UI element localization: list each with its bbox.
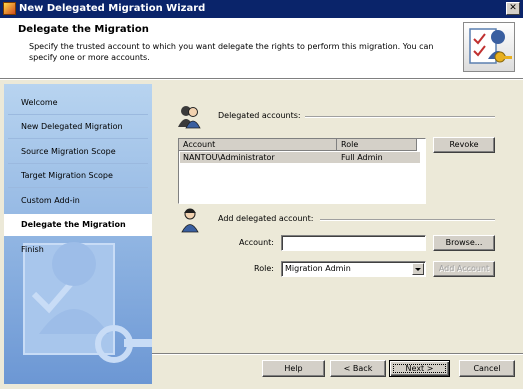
- browse-button[interactable]: Browse...: [433, 235, 495, 251]
- close-button[interactable]: ✕: [506, 2, 520, 15]
- sidebar-item-finish: Finish: [21, 245, 44, 254]
- role-label: Role:: [254, 264, 274, 273]
- table-cell-account: NANTOU\Administrator: [183, 153, 275, 162]
- app-icon: [3, 2, 16, 15]
- window-title: New Delegated Migration Wizard: [19, 3, 206, 14]
- sidebar-divider: [8, 187, 148, 188]
- sidebar-item-delegate-the-migration: Delegate the Migration: [4, 214, 152, 236]
- page-description: Specify the trusted account to which you…: [29, 42, 434, 62]
- footer-divider-highlight: [152, 354, 523, 355]
- sidebar-item-custom-add-in: Custom Add-in: [21, 196, 80, 205]
- sidebar-divider: [8, 114, 148, 115]
- revoke-button[interactable]: Revoke: [433, 137, 495, 153]
- delegated-accounts-label: Delegated accounts:: [218, 111, 301, 120]
- sidebar-item-source-migration-scope: Source Migration Scope: [21, 147, 116, 156]
- sidebar-item-new-delegated-migration: New Delegated Migration: [21, 122, 123, 131]
- add-delegated-account-label: Add delegated account:: [218, 214, 314, 223]
- help-button[interactable]: Help: [262, 360, 325, 377]
- back-button[interactable]: < Back: [330, 360, 386, 377]
- page-title: Delegate the Migration: [18, 24, 149, 35]
- delegation-header-icon: [463, 22, 515, 72]
- sidebar-divider: [8, 163, 148, 164]
- account-input[interactable]: [281, 235, 426, 251]
- users-icon: [178, 106, 201, 129]
- header-divider-highlight: [0, 79, 523, 80]
- sidebar-item-target-migration-scope: Target Migration Scope: [21, 171, 113, 180]
- role-select[interactable]: Migration Admin: [281, 261, 426, 277]
- cancel-button[interactable]: Cancel: [459, 360, 515, 377]
- role-select-value: Migration Admin: [285, 264, 351, 273]
- title-bar: New Delegated Migration Wizard ✕: [0, 0, 523, 18]
- user-icon: [181, 208, 199, 233]
- sidebar-divider: [8, 138, 148, 139]
- sidebar-item-welcome: Welcome: [21, 98, 58, 107]
- table-cell-role: Full Admin: [341, 153, 383, 162]
- section-rule: [320, 219, 495, 221]
- wizard-step-sidebar: Welcome New Delegated Migration Source M…: [4, 84, 152, 384]
- focus-rectangle: [393, 364, 446, 373]
- next-button[interactable]: Next >: [389, 360, 450, 377]
- column-header-role[interactable]: Role: [337, 139, 417, 151]
- account-label: Account:: [239, 238, 274, 247]
- section-rule: [305, 116, 495, 118]
- column-header-account[interactable]: Account: [179, 139, 337, 151]
- chevron-down-icon[interactable]: [412, 263, 424, 275]
- delegated-accounts-list[interactable]: Account Role NANTOU\Administrator Full A…: [178, 138, 426, 204]
- add-account-button[interactable]: Add Account: [433, 261, 495, 277]
